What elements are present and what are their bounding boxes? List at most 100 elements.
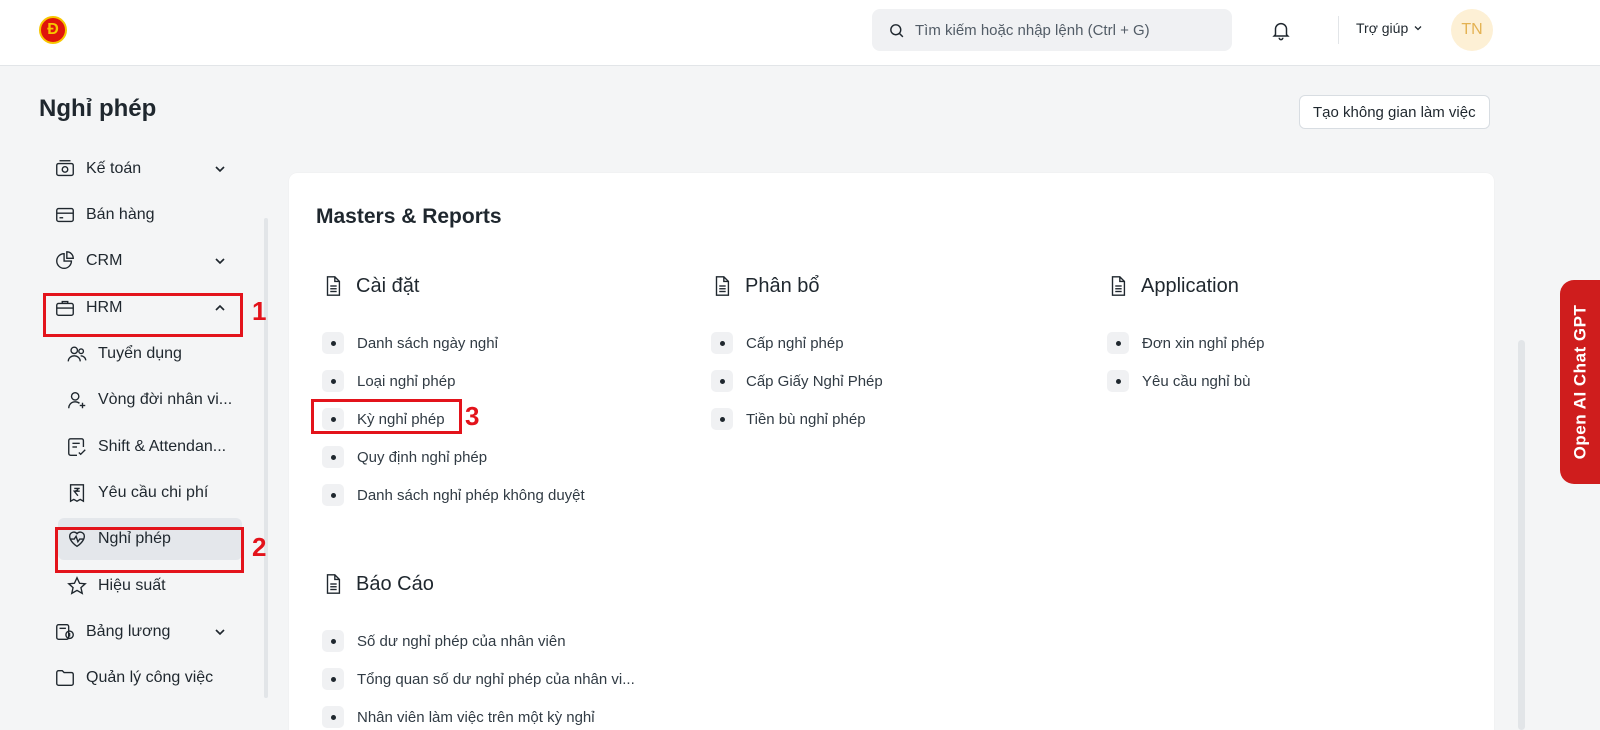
sidebar: Kế toán Bán hàng CRM HRM Tuyển dụng Vòng…	[0, 148, 280, 730]
link-label[interactable]: Số dư nghỉ phép của nhân viên	[357, 633, 566, 650]
sidebar-scrollbar[interactable]	[264, 218, 268, 698]
chevron-down-icon	[1414, 26, 1422, 31]
link-label[interactable]: Nhân viên làm việc trên một kỳ nghỉ	[357, 709, 595, 726]
bullet-icon	[1107, 370, 1129, 392]
sidebar-item-label: Yêu cầu chi phí	[98, 484, 209, 501]
link-label[interactable]: Tổng quan số dư nghỉ phép của nhân vi...	[357, 671, 635, 688]
sidebar-item-shift-attendance[interactable]: Shift & Attendan...	[58, 426, 242, 468]
section-allocation: Phân bổ Cấp nghỉ phép Cấp Giấy Nghỉ Phép…	[711, 272, 883, 438]
section-settings: Cài đặt Danh sách ngày nghỉ Loại nghỉ ph…	[322, 272, 585, 514]
bullet-icon	[322, 408, 344, 430]
link-leave-policy[interactable]: Quy định nghỉ phép	[322, 438, 585, 476]
section-header: Application	[1107, 272, 1264, 300]
sidebar-item-label: Vòng đời nhân vi...	[98, 391, 233, 408]
link-list: Đơn xin nghỉ phép Yêu cầu nghỉ bù	[1107, 324, 1264, 400]
link-employee-leave-balance[interactable]: Số dư nghỉ phép của nhân viên	[322, 622, 635, 660]
annotation-number-3: 3	[465, 401, 480, 431]
section-header: Cài đặt	[322, 272, 585, 300]
link-employees-working-on-holiday[interactable]: Nhân viên làm việc trên một kỳ nghỉ	[322, 698, 635, 730]
chevron-down-icon[interactable]	[212, 253, 228, 269]
bullet-icon	[711, 370, 733, 392]
sidebar-item-label: Quản lý công việc	[86, 669, 214, 686]
sidebar-item-label: Kế toán	[86, 160, 142, 177]
card-title: Masters & Reports	[316, 205, 502, 228]
link-label[interactable]: Cấp nghỉ phép	[746, 335, 844, 352]
sidebar-item-hrm[interactable]: HRM	[46, 287, 242, 329]
link-holiday-list[interactable]: Danh sách ngày nghỉ	[322, 324, 585, 362]
chevron-down-icon[interactable]	[212, 161, 228, 177]
user-plus-icon	[66, 389, 88, 411]
link-leave-application[interactable]: Đơn xin nghỉ phép	[1107, 324, 1264, 362]
create-workspace-button[interactable]: Tạo không gian làm việc	[1299, 95, 1490, 129]
bullet-icon	[322, 630, 344, 652]
search-bar[interactable]	[872, 9, 1232, 51]
sidebar-item-accounting[interactable]: Kế toán	[46, 148, 242, 190]
link-list: Danh sách ngày nghỉ Loại nghỉ phép Kỳ ng…	[322, 324, 585, 514]
bullet-icon	[711, 408, 733, 430]
link-compensatory-leave-request[interactable]: Yêu cầu nghỉ bù	[1107, 362, 1264, 400]
document-icon	[1111, 276, 1126, 296]
link-label[interactable]: Danh sách nghỉ phép không duyệt	[357, 487, 585, 504]
accounting-icon	[54, 158, 76, 180]
link-list: Cấp nghỉ phép Cấp Giấy Nghỉ Phép Tiền bù…	[711, 324, 883, 438]
top-navbar: Đ Trợ giúp TN	[0, 0, 1600, 66]
chevron-down-icon[interactable]	[212, 624, 228, 640]
link-label[interactable]: Kỳ nghỉ phép	[357, 411, 445, 428]
link-label[interactable]: Loại nghỉ phép	[357, 373, 455, 390]
link-leave-allocation[interactable]: Cấp nghỉ phép	[711, 324, 883, 362]
link-leave-period[interactable]: Kỳ nghỉ phép	[322, 400, 585, 438]
search-input[interactable]	[915, 21, 1215, 39]
chevron-up-icon[interactable]	[212, 300, 228, 316]
main-scrollbar[interactable]	[1518, 340, 1525, 730]
navbar-divider	[1338, 16, 1339, 44]
payroll-icon	[54, 621, 76, 643]
help-label: Trợ giúp	[1356, 20, 1409, 36]
sidebar-item-leave[interactable]: Nghỉ phép	[58, 518, 242, 560]
link-leave-block-list[interactable]: Danh sách nghỉ phép không duyệt	[322, 476, 585, 514]
link-label[interactable]: Danh sách ngày nghỉ	[357, 335, 498, 352]
sidebar-item-crm[interactable]: CRM	[46, 240, 242, 282]
pie-chart-icon	[54, 250, 76, 272]
sidebar-item-expense-claim[interactable]: Yêu cầu chi phí	[58, 472, 242, 514]
link-leave-type[interactable]: Loại nghỉ phép	[322, 362, 585, 400]
sidebar-item-sales[interactable]: Bán hàng	[46, 194, 242, 236]
sidebar-item-project-management[interactable]: Quản lý công việc	[46, 657, 242, 699]
link-leave-encashment[interactable]: Tiền bù nghỉ phép	[711, 400, 883, 438]
link-label[interactable]: Đơn xin nghỉ phép	[1142, 335, 1264, 352]
document-icon	[715, 276, 730, 296]
section-reports: Báo Cáo Số dư nghỉ phép của nhân viên Tổ…	[322, 570, 635, 730]
link-list: Số dư nghỉ phép của nhân viên Tổng quan …	[322, 622, 635, 730]
sidebar-item-label: Bảng lương	[86, 623, 171, 640]
link-leave-balance-summary[interactable]: Tổng quan số dư nghỉ phép của nhân vi...	[322, 660, 635, 698]
search-icon	[890, 23, 904, 37]
bullet-icon	[322, 706, 344, 728]
sidebar-item-label: CRM	[86, 252, 123, 269]
page-title: Nghỉ phép	[39, 95, 157, 122]
sidebar-item-employee-lifecycle[interactable]: Vòng đời nhân vi...	[58, 379, 242, 421]
sidebar-item-label: Hiệu suất	[98, 577, 166, 594]
link-label[interactable]: Tiền bù nghỉ phép	[746, 411, 866, 428]
document-icon	[326, 574, 341, 594]
bullet-icon	[322, 446, 344, 468]
brand-logo[interactable]: Đ	[39, 16, 67, 44]
card-icon	[54, 204, 76, 226]
sidebar-item-recruitment[interactable]: Tuyển dụng	[58, 333, 242, 375]
sidebar-item-performance[interactable]: Hiệu suất	[58, 565, 242, 607]
notification-bell-icon[interactable]	[1270, 19, 1292, 41]
help-dropdown[interactable]: Trợ giúp	[1356, 20, 1424, 36]
user-avatar[interactable]: TN	[1451, 9, 1493, 51]
checklist-icon	[66, 436, 88, 458]
bullet-icon	[322, 332, 344, 354]
section-title: Phân bổ	[745, 274, 820, 297]
bullet-icon	[711, 332, 733, 354]
link-label[interactable]: Cấp Giấy Nghỉ Phép	[746, 373, 883, 390]
link-label[interactable]: Quy định nghỉ phép	[357, 449, 487, 466]
link-leave-policy-assignment[interactable]: Cấp Giấy Nghỉ Phép	[711, 362, 883, 400]
section-title: Application	[1141, 274, 1239, 297]
heart-pulse-icon	[66, 528, 88, 550]
chat-gpt-tab[interactable]: Open AI Chat GPT	[1560, 280, 1600, 484]
sidebar-item-payroll[interactable]: Bảng lương	[46, 611, 242, 653]
folder-icon	[54, 667, 76, 689]
link-label[interactable]: Yêu cầu nghỉ bù	[1142, 373, 1250, 390]
users-icon	[66, 343, 88, 365]
